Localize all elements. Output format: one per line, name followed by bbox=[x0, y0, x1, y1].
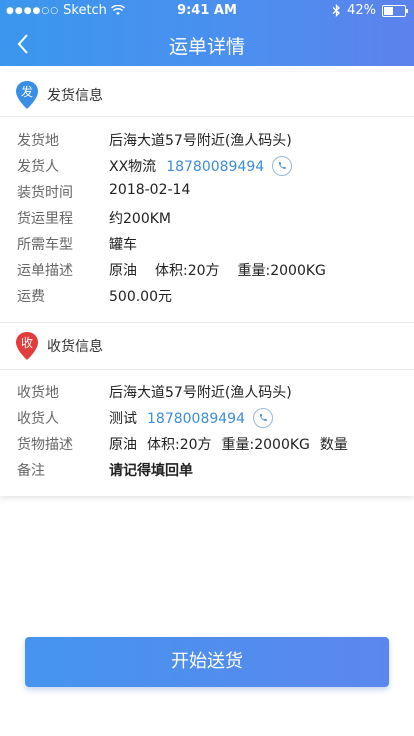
row-label: 货运里程 bbox=[17, 211, 73, 227]
ship-row-sender: 发货人 XX物流 18780089494 bbox=[0, 156, 414, 182]
row-label: 运单描述 bbox=[17, 263, 73, 279]
receive-row-destination: 收货地 后海大道57号附近(渔人码头) bbox=[0, 382, 414, 408]
row-label: 备注 bbox=[17, 463, 45, 479]
sender-phone-link[interactable]: 18780089494 bbox=[166, 159, 264, 175]
row-label: 运费 bbox=[17, 289, 45, 305]
app-header: ●●●●○○ Sketch 9:41 AM 42% 运单详情 bbox=[0, 0, 414, 66]
ship-section-title: 发货信息 bbox=[47, 88, 103, 104]
divider bbox=[0, 116, 414, 117]
ship-row-vehicle-type: 所需车型 罐车 bbox=[0, 234, 414, 260]
ship-row-description: 运单描述 原油 体积:20方 重量:2000KG bbox=[0, 260, 414, 286]
cargo-volume: 体积:20方 bbox=[155, 263, 220, 279]
row-label: 所需车型 bbox=[17, 237, 73, 253]
receiver-name: 测试 bbox=[109, 411, 137, 427]
page-title: 运单详情 bbox=[168, 36, 245, 58]
goods-weight: 重量:2000KG bbox=[221, 437, 310, 453]
row-value: 测试 18780089494 bbox=[109, 408, 273, 429]
receive-section-title: 收货信息 bbox=[47, 339, 103, 355]
receiver-phone-link[interactable]: 18780089494 bbox=[147, 411, 245, 427]
row-label: 发货人 bbox=[17, 159, 59, 175]
row-label: 收货人 bbox=[17, 411, 59, 427]
row-value: 原油 体积:20方 重量:2000KG 数量 bbox=[109, 434, 348, 454]
ship-pin-label: 发 bbox=[21, 84, 33, 99]
status-bar: ●●●●○○ Sketch 9:41 AM 42% bbox=[0, 0, 414, 22]
goods-type: 原油 bbox=[109, 437, 137, 453]
bluetooth-icon bbox=[332, 4, 341, 17]
phone-call-icon[interactable] bbox=[252, 408, 273, 428]
row-value: 罐车 bbox=[109, 237, 137, 253]
receive-row-receiver: 收货人 测试 18780089494 bbox=[0, 408, 414, 434]
ship-section-header: 发 发货信息 bbox=[0, 72, 414, 116]
receive-pin-label: 收 bbox=[21, 336, 33, 350]
divider bbox=[0, 369, 414, 370]
remark-text: 请记得填回单 bbox=[109, 463, 193, 479]
row-value: XX物流 18780089494 bbox=[109, 156, 293, 177]
receive-section-header: 收 收货信息 bbox=[0, 323, 414, 367]
row-label: 收货地 bbox=[17, 385, 59, 401]
ship-row-origin: 发货地 后海大道57号附近(渔人码头) bbox=[0, 130, 414, 156]
cargo-weight: 重量:2000KG bbox=[237, 263, 326, 279]
goods-volume: 体积:20方 bbox=[147, 437, 212, 453]
row-label: 货物描述 bbox=[17, 437, 73, 453]
start-delivery-button[interactable]: 开始送货 bbox=[25, 637, 389, 687]
battery-icon bbox=[382, 4, 408, 17]
battery-percent: 42% bbox=[347, 3, 376, 18]
ship-row-load-time: 装货时间 2018-02-14 bbox=[0, 182, 414, 208]
waybill-card: 发 发货信息 发货地 后海大道57号附近(渔人码头) 发货人 XX物流 18780… bbox=[0, 72, 414, 496]
row-value: 2018-02-14 bbox=[109, 182, 191, 198]
row-value: 后海大道57号附近(渔人码头) bbox=[109, 385, 292, 401]
ship-row-fee: 运费 500.00元 bbox=[0, 286, 414, 312]
ship-row-distance: 货运里程 约200KM bbox=[0, 208, 414, 234]
receive-pin-icon: 收 bbox=[16, 332, 38, 360]
freight-fee: 500.00元 bbox=[109, 289, 172, 305]
row-value: 后海大道57号附近(渔人码头) bbox=[109, 133, 292, 149]
cargo-type: 原油 bbox=[109, 263, 137, 279]
row-label: 装货时间 bbox=[17, 185, 73, 201]
receive-row-remark: 备注 请记得填回单 bbox=[0, 460, 414, 486]
row-label: 发货地 bbox=[17, 133, 59, 149]
sender-name: XX物流 bbox=[109, 159, 157, 175]
row-value: 原油 体积:20方 重量:2000KG bbox=[109, 260, 326, 280]
row-value: 约200KM bbox=[109, 211, 171, 227]
phone-call-icon[interactable] bbox=[272, 156, 293, 176]
nav-bar: 运单详情 bbox=[0, 22, 414, 66]
ship-pin-icon: 发 bbox=[16, 81, 38, 109]
receive-row-goods: 货物描述 原油 体积:20方 重量:2000KG 数量 bbox=[0, 434, 414, 460]
goods-quantity: 数量 bbox=[319, 437, 348, 453]
